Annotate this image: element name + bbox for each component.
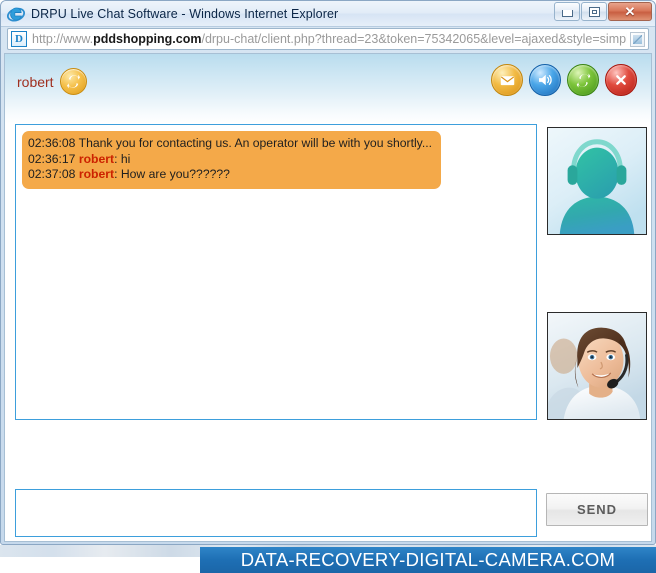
speaker-icon [539,74,552,86]
broken-image-icon [630,31,645,47]
message-input-row: SEND [5,489,651,541]
close-icon: ✕ [624,4,636,19]
page-viewport: robert 02:36:08 Thank you for contacting… [4,53,652,542]
address-bar-row: D http://www.pddshopping.com/drpu-chat/c… [1,27,655,53]
watermark-text: DATA-RECOVERY-DIGITAL-CAMERA.COM [240,549,616,570]
address-url[interactable]: http://www.pddshopping.com/drpu-chat/cli… [32,32,627,46]
send-button[interactable]: SEND [546,493,648,526]
maximize-button[interactable] [581,2,607,21]
refresh-chat-button[interactable] [567,64,599,96]
watermark-banner: DATA-RECOVERY-DIGITAL-CAMERA.COM [200,547,656,573]
url-path: /drpu-chat/client.php?thread=23&token=75… [201,32,627,46]
message-text: hi [120,151,131,166]
message-sender: robert [78,167,115,181]
refresh-status-icon[interactable] [59,68,87,95]
message-colon: : [114,151,118,166]
internet-explorer-icon [7,5,25,23]
minimize-button[interactable] [554,2,580,21]
message-text: Thank you for contacting us. An operator… [78,136,433,150]
message-time: 02:36:17 [28,151,76,166]
chat-action-buttons [491,64,637,96]
window-controls: ✕ [553,2,652,21]
window-title: DRPU Live Chat Software - Windows Intern… [31,6,339,21]
chat-header: robert [5,54,651,124]
page-favicon-icon: D [11,31,27,47]
chat-message: 02:36:08 Thank you for contacting us. An… [28,136,432,152]
message-colon: : [114,167,118,181]
chat-user: robert [17,68,87,95]
address-bar[interactable]: D http://www.pddshopping.com/drpu-chat/c… [7,28,649,50]
chat-page: robert 02:36:08 Thank you for contacting… [5,54,651,541]
maximize-icon [588,6,600,17]
browser-window: DRPU Live Chat Software - Windows Intern… [0,0,656,545]
envelope-icon [500,75,514,85]
sound-toggle-button[interactable] [529,64,561,96]
minimize-icon [561,10,573,17]
close-chat-button[interactable] [605,64,637,96]
operator-photo [547,312,647,420]
chat-user-name: robert [17,73,54,90]
url-scheme: http://www. [32,32,94,46]
url-domain: pddshopping.com [93,32,202,46]
operator-silhouette-avatar [547,127,647,235]
chat-log[interactable]: 02:36:08 Thank you for contacting us. An… [15,124,537,420]
email-transcript-button[interactable] [491,64,523,96]
close-window-button[interactable]: ✕ [608,2,652,21]
message-time: 02:37:08 [28,167,76,181]
message-sender: robert [78,151,115,166]
close-x-icon [616,75,626,85]
message-text: How are you?????? [120,167,230,181]
chat-message: 02:37:08 robert: How are you?????? [28,167,432,183]
message-time: 02:36:08 [28,136,76,150]
chat-message: 02:36:17 robert: hi [28,152,432,168]
message-bubble: 02:36:08 Thank you for contacting us. An… [22,131,442,189]
title-bar: DRPU Live Chat Software - Windows Intern… [1,1,655,27]
refresh-icon [576,73,590,87]
message-input[interactable] [15,489,537,537]
